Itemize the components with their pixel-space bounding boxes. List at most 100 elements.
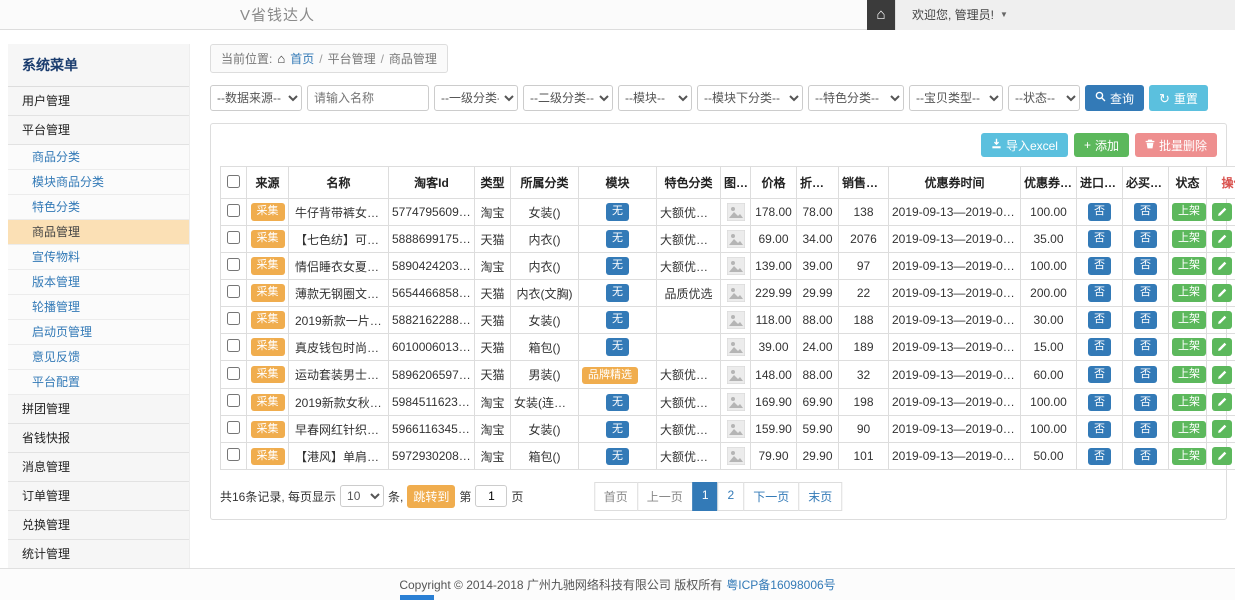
edit-button[interactable] — [1212, 420, 1232, 438]
sidebar-subitem-0[interactable]: 商品分类 — [8, 145, 189, 170]
sidebar-subitem-2[interactable]: 特色分类 — [8, 195, 189, 220]
product-name: 早春网红针织开衫女春... — [289, 416, 389, 443]
filter-level2-select[interactable]: --二级分类-- — [523, 85, 613, 111]
filter-data-source-select[interactable]: --数据来源-- — [210, 85, 302, 111]
must-buy-toggle-badge[interactable]: 否 — [1134, 311, 1157, 328]
select-all-checkbox[interactable] — [227, 175, 240, 188]
sidebar-item-1[interactable]: 平台管理 — [8, 116, 189, 145]
must-buy-toggle-badge[interactable]: 否 — [1134, 394, 1157, 411]
must-buy-toggle-badge[interactable]: 否 — [1134, 257, 1157, 274]
sidebar-item-0[interactable]: 用户管理 — [8, 87, 189, 116]
must-buy-toggle-badge[interactable]: 否 — [1134, 421, 1157, 438]
sidebar-item-4[interactable]: 消息管理 — [8, 453, 189, 482]
filter-status-select[interactable]: --状态-- — [1008, 85, 1080, 111]
page-button-first[interactable]: 首页 — [594, 482, 638, 511]
sidebar-item-3[interactable]: 省钱快报 — [8, 424, 189, 453]
jump-button[interactable]: 跳转到 — [407, 485, 455, 508]
must-buy-toggle-badge[interactable]: 否 — [1134, 284, 1157, 301]
must-buy-toggle-badge[interactable]: 否 — [1134, 230, 1157, 247]
status-badge[interactable]: 上架 — [1172, 338, 1206, 355]
status-badge[interactable]: 上架 — [1172, 230, 1206, 247]
reset-button[interactable]: ↻重置 — [1149, 85, 1208, 111]
batch-delete-button[interactable]: 批量删除 — [1135, 133, 1217, 157]
products-table: 来源名称淘客Id类型所属分类模块特色分类图标价格折后价销售数量优惠券时间优惠券金… — [220, 166, 1235, 470]
page-button-last[interactable]: 末页 — [798, 482, 842, 511]
imported-toggle-badge[interactable]: 否 — [1088, 394, 1111, 411]
edit-button[interactable] — [1212, 230, 1232, 248]
row-checkbox[interactable] — [227, 258, 240, 271]
status-badge[interactable]: 上架 — [1172, 203, 1206, 220]
edit-button[interactable] — [1212, 366, 1232, 384]
filter-module-select[interactable]: --模块-- — [618, 85, 692, 111]
filter-feature-select[interactable]: --特色分类-- — [808, 85, 904, 111]
status-badge[interactable]: 上架 — [1172, 448, 1206, 465]
sidebar-subitem-4[interactable]: 宣传物料 — [8, 245, 189, 270]
icp-link[interactable]: 粤ICP备16098006号 — [726, 576, 835, 593]
page-button-next[interactable]: 下一页 — [743, 482, 799, 511]
sidebar-subitem-6[interactable]: 轮播管理 — [8, 295, 189, 320]
must-buy-toggle-badge[interactable]: 否 — [1134, 366, 1157, 383]
imported-toggle-badge[interactable]: 否 — [1088, 311, 1111, 328]
edit-button[interactable] — [1212, 203, 1232, 221]
status-badge[interactable]: 上架 — [1172, 421, 1206, 438]
breadcrumb-home-link[interactable]: 首页 — [290, 50, 314, 67]
column-header-3: 类型 — [475, 167, 511, 199]
imported-toggle-badge[interactable]: 否 — [1088, 448, 1111, 465]
row-checkbox[interactable] — [227, 204, 240, 217]
status-badge[interactable]: 上架 — [1172, 394, 1206, 411]
user-menu[interactable]: 欢迎您, 管理员! ▼ — [895, 0, 1235, 30]
edit-button[interactable] — [1212, 311, 1232, 329]
per-page-select[interactable]: 10 — [340, 485, 384, 507]
name-search-input[interactable] — [307, 85, 429, 111]
row-checkbox[interactable] — [227, 312, 240, 325]
sidebar-item-5[interactable]: 订单管理 — [8, 482, 189, 511]
imported-toggle-badge[interactable]: 否 — [1088, 338, 1111, 355]
jump-page-input[interactable] — [475, 485, 507, 507]
page-button-2[interactable]: 2 — [718, 482, 745, 511]
sidebar-item-2[interactable]: 拼团管理 — [8, 395, 189, 424]
status-badge[interactable]: 上架 — [1172, 257, 1206, 274]
search-button[interactable]: 查询 — [1085, 85, 1144, 111]
must-buy-toggle-badge[interactable]: 否 — [1134, 338, 1157, 355]
edit-button[interactable] — [1212, 284, 1232, 302]
add-button[interactable]: + 添加 — [1074, 133, 1129, 157]
row-checkbox[interactable] — [227, 231, 240, 244]
must-buy-toggle-badge[interactable]: 否 — [1134, 448, 1157, 465]
sidebar-subitem-8[interactable]: 意见反馈 — [8, 345, 189, 370]
imported-toggle-badge[interactable]: 否 — [1088, 203, 1111, 220]
imported-toggle-badge[interactable]: 否 — [1088, 366, 1111, 383]
status-badge[interactable]: 上架 — [1172, 311, 1206, 328]
imported-toggle-badge[interactable]: 否 — [1088, 257, 1111, 274]
row-checkbox[interactable] — [227, 448, 240, 461]
sidebar-subitem-5[interactable]: 版本管理 — [8, 270, 189, 295]
status-badge[interactable]: 上架 — [1172, 284, 1206, 301]
edit-button[interactable] — [1212, 257, 1232, 275]
row-checkbox[interactable] — [227, 367, 240, 380]
edit-button[interactable] — [1212, 338, 1232, 356]
sidebar-item-7[interactable]: 统计管理 — [8, 540, 189, 568]
row-checkbox[interactable] — [227, 394, 240, 407]
sidebar-subitem-9[interactable]: 平台配置 — [8, 370, 189, 395]
row-checkbox[interactable] — [227, 421, 240, 434]
page-button-1[interactable]: 1 — [692, 482, 719, 511]
row-checkbox[interactable] — [227, 339, 240, 352]
row-checkbox[interactable] — [227, 285, 240, 298]
sidebar-subitem-1[interactable]: 模块商品分类 — [8, 170, 189, 195]
imported-toggle-badge[interactable]: 否 — [1088, 421, 1111, 438]
table-body: 采集牛仔背带裤女秋装减龄...577479560965淘宝女装()无大额优惠券1… — [221, 199, 1235, 470]
filter-module-sub-select[interactable]: --模块下分类-- — [697, 85, 803, 111]
edit-button[interactable] — [1212, 447, 1232, 465]
page-button-prev[interactable]: 上一页 — [637, 482, 693, 511]
filter-item-type-select[interactable]: --宝贝类型-- — [909, 85, 1003, 111]
edit-button[interactable] — [1212, 393, 1232, 411]
sidebar-item-6[interactable]: 兑换管理 — [8, 511, 189, 540]
filter-level1-select[interactable]: --一级分类-- — [434, 85, 518, 111]
status-badge[interactable]: 上架 — [1172, 366, 1206, 383]
import-excel-button[interactable]: 导入excel — [981, 133, 1068, 157]
sidebar-subitem-7[interactable]: 启动页管理 — [8, 320, 189, 345]
must-buy-toggle-badge[interactable]: 否 — [1134, 203, 1157, 220]
imported-toggle-badge[interactable]: 否 — [1088, 284, 1111, 301]
home-button[interactable]: ⌂ — [867, 0, 895, 30]
sidebar-subitem-3[interactable]: 商品管理 — [8, 220, 189, 245]
imported-toggle-badge[interactable]: 否 — [1088, 230, 1111, 247]
